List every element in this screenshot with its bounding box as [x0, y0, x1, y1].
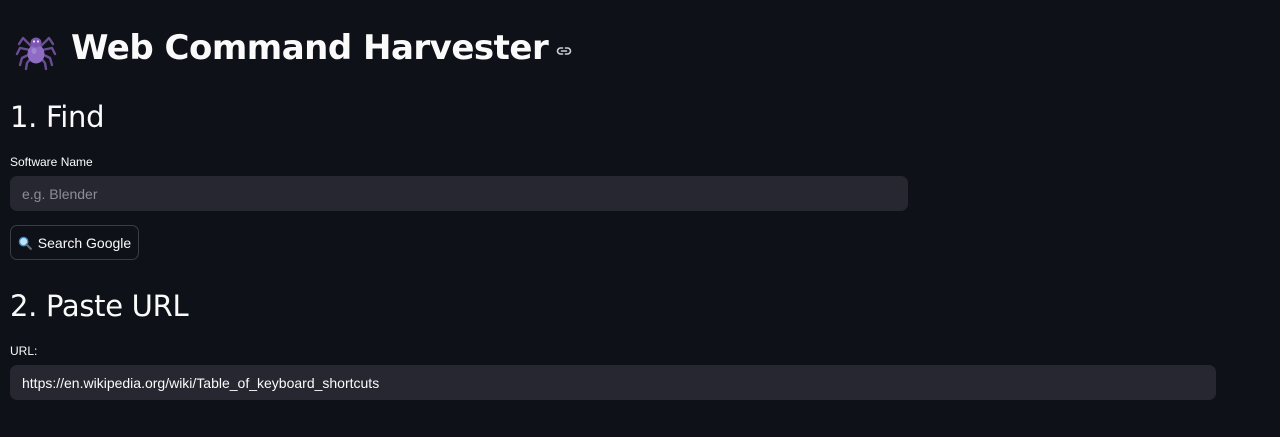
search-google-label: Search Google [37, 234, 132, 251]
app-title: Web Command Harvester [71, 28, 549, 68]
software-name-input[interactable] [10, 176, 908, 211]
url-label: URL: [10, 344, 38, 358]
magnifier-icon [18, 236, 32, 250]
search-google-button[interactable]: Search Google [10, 225, 139, 260]
software-name-label: Software Name [10, 155, 93, 169]
spider-icon [15, 36, 57, 70]
paste-url-heading: 2. Paste URL [10, 289, 189, 323]
link-icon[interactable] [556, 43, 572, 59]
app-page: Web Command Harvester 1. Find Software N… [0, 0, 1280, 437]
url-input[interactable] [10, 365, 1216, 400]
title-row: Web Command Harvester [14, 26, 572, 70]
find-heading: 1. Find [10, 100, 105, 134]
